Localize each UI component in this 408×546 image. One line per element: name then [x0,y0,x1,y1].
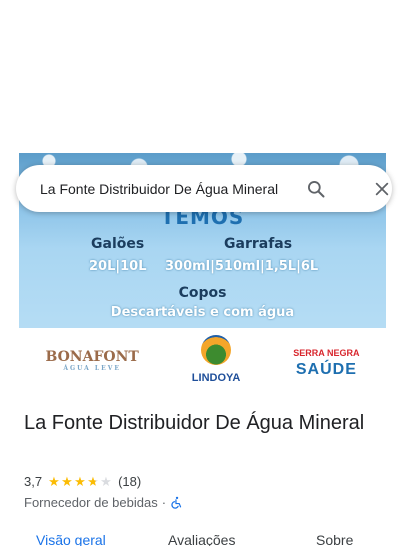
brand-logos: BONAFONT ÁGUA LEVE LINDOYA SERRA NEGRA S… [19,328,386,393]
rating-stars: ★ ★ ★ ★ ★ [48,473,112,489]
photo-descartaveis-label: Descartáveis e com água [110,305,295,320]
bonafont-logo: BONAFONT ÁGUA LEVE [46,349,139,372]
star-icon: ★ [61,473,73,489]
serra-negra-logo-text: SAÚDE [295,360,357,378]
clear-search-button[interactable] [368,175,396,203]
search-input[interactable]: La Fonte Distribuidor De Água Mineral [40,181,304,197]
tab-about[interactable]: Sobre [316,532,353,546]
separator-dot: · [161,495,167,510]
lindoya-logo-text: LINDOYA [191,372,241,384]
serra-negra-logo: SERRA NEGRA SAÚDE [293,343,359,379]
search-button[interactable] [302,175,330,203]
place-category: Fornecedor de bebidas [24,495,158,510]
search-bar[interactable]: La Fonte Distribuidor De Água Mineral [16,165,392,212]
photo-garrafas-sizes: 300ml|510ml|1,5L|6L [165,259,319,274]
place-tabs: Visão geral Avaliações Sobre [0,532,408,546]
star-empty-icon: ★ [100,473,112,489]
photo-garrafas-label: Garrafas [224,236,293,252]
tab-reviews[interactable]: Avaliações [168,532,235,546]
serra-negra-logo-title: SERRA NEGRA [293,347,360,358]
star-icon: ★ [48,473,60,489]
category-row: Fornecedor de bebidas · [24,495,183,510]
bonafont-logo-subtitle: ÁGUA LEVE [63,365,121,372]
wheelchair-icon [171,496,182,509]
lindoya-emblem [201,335,232,365]
photo-copos-label: Copos [178,285,227,301]
photo-galoes-sizes: 20L|10L [89,259,147,274]
tab-overview[interactable]: Visão geral [36,532,106,546]
review-count: (18) [118,474,142,489]
close-icon [375,182,389,196]
star-half-icon: ★ [87,473,99,489]
star-icon: ★ [74,473,86,489]
search-icon [308,181,325,198]
rating-row[interactable]: 3,7 ★ ★ ★ ★ ★ (18) [24,474,141,489]
rating-value: 3,7 [24,474,43,489]
place-title: La Fonte Distribuidor De Água Mineral [24,412,365,434]
bonafont-logo-text: BONAFONT [45,349,139,365]
lindoya-logo: LINDOYA [191,335,241,386]
